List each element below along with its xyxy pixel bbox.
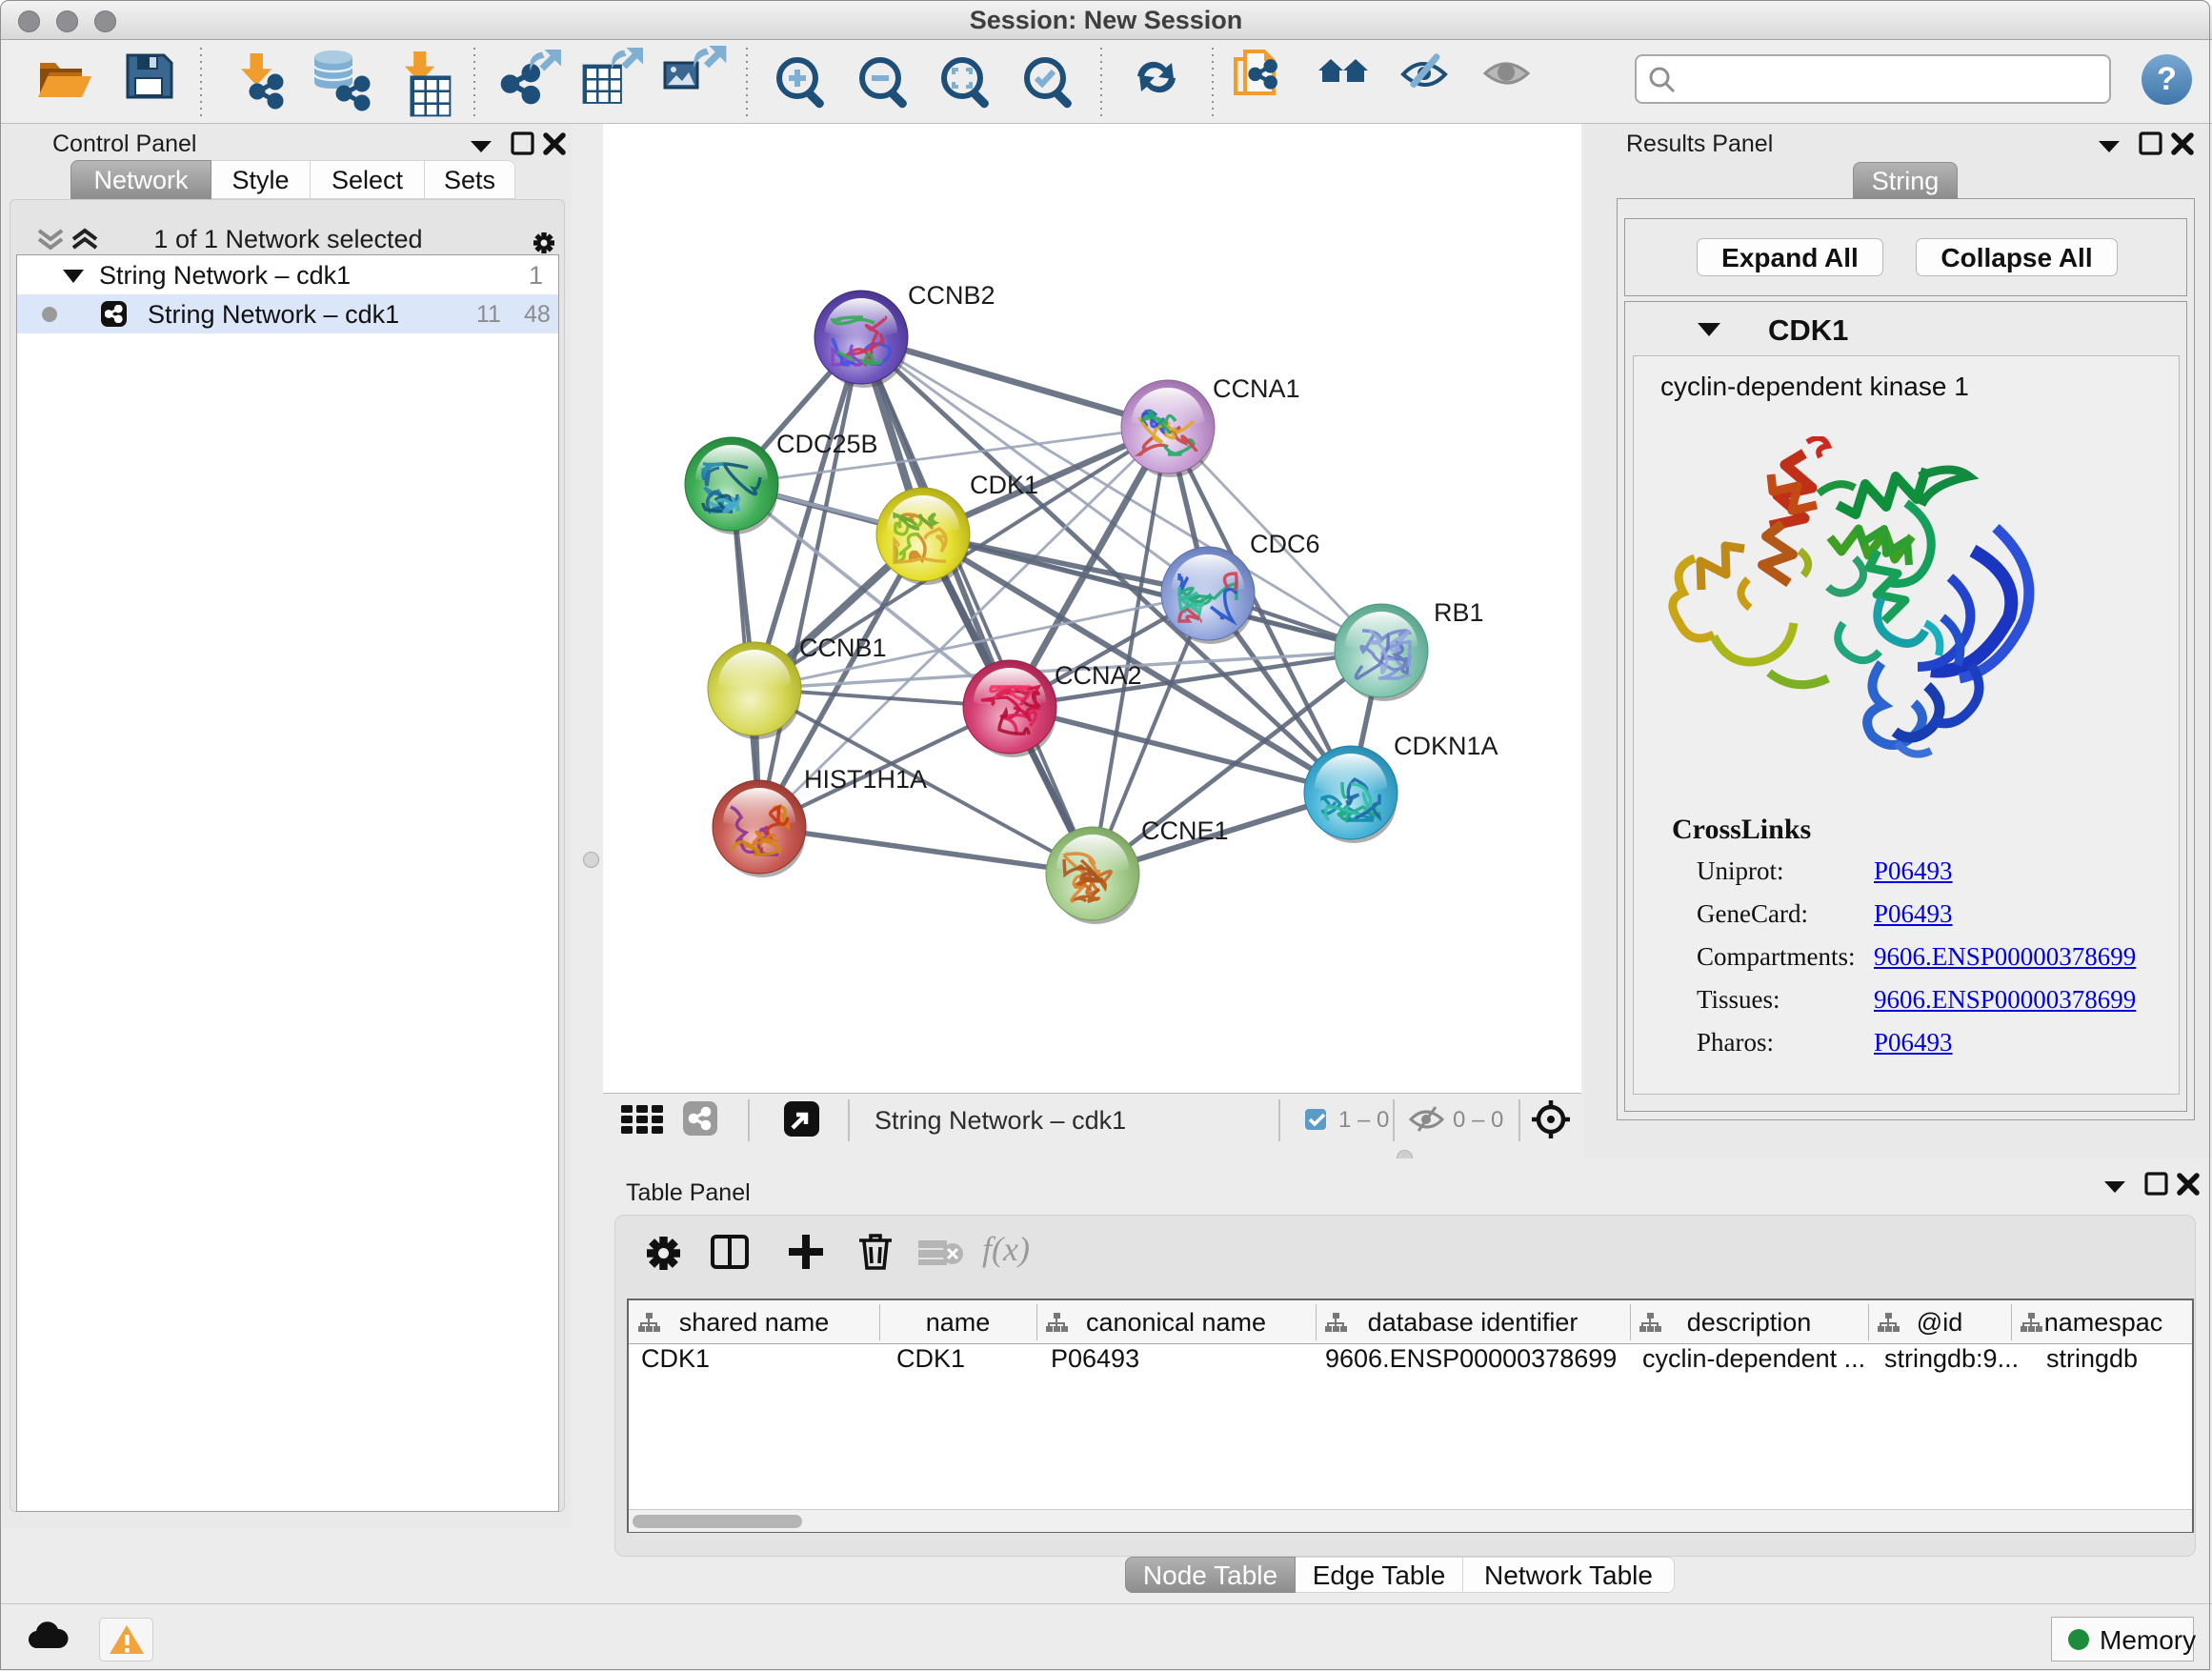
svg-text:HIST1H1A: HIST1H1A <box>804 765 927 794</box>
svg-text:CCNB1: CCNB1 <box>799 634 887 662</box>
svg-text:CCNB2: CCNB2 <box>908 281 995 310</box>
svg-text:CDKN1A: CDKN1A <box>1394 732 1498 760</box>
svg-text:CDK1: CDK1 <box>970 471 1038 499</box>
svg-text:CCNA1: CCNA1 <box>1213 374 1300 403</box>
svg-text:0 – 0: 0 – 0 <box>1453 1107 1503 1133</box>
svg-text:CCNE1: CCNE1 <box>1141 816 1229 845</box>
svg-text:RB1: RB1 <box>1434 598 1484 627</box>
svg-text:CDC25B: CDC25B <box>776 430 878 458</box>
svg-text:CCNA2: CCNA2 <box>1055 661 1142 690</box>
svg-text:CDC6: CDC6 <box>1250 530 1320 558</box>
svg-text:String Network – cdk1: String Network – cdk1 <box>875 1106 1126 1135</box>
svg-text:1 – 0: 1 – 0 <box>1338 1107 1389 1133</box>
